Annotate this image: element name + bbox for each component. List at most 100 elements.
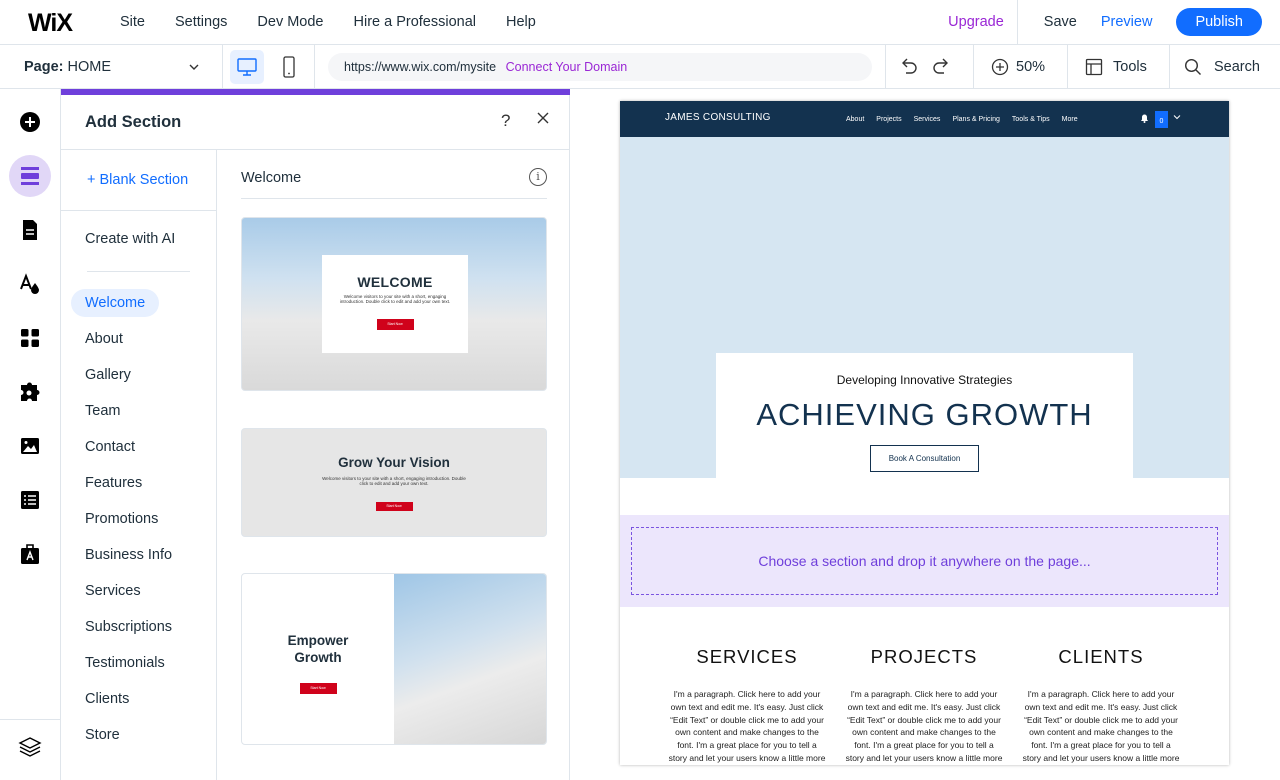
category-clients[interactable]: Clients bbox=[71, 684, 211, 720]
site-brand[interactable]: JAMES CONSULTING bbox=[665, 112, 771, 123]
page-label: Page: bbox=[24, 59, 64, 75]
site-nav-tools[interactable]: Tools & Tips bbox=[1012, 116, 1050, 123]
pages-button[interactable] bbox=[9, 209, 51, 251]
category-contact[interactable]: Contact bbox=[71, 432, 211, 468]
hero-section[interactable]: Developing Innovative Strategies ACHIEVI… bbox=[620, 137, 1229, 478]
menu-hire-professional[interactable]: Hire a Professional bbox=[354, 14, 477, 30]
layers-button[interactable] bbox=[9, 726, 51, 768]
category-promotions[interactable]: Promotions bbox=[71, 504, 211, 540]
tools-label: Tools bbox=[1113, 59, 1147, 75]
connect-domain-link[interactable]: Connect Your Domain bbox=[506, 60, 628, 74]
panel-header: Add Section ? bbox=[61, 95, 570, 150]
category-welcome[interactable]: Welcome bbox=[71, 288, 211, 324]
column-paragraph: I'm a paragraph. Click here to add your … bbox=[668, 689, 826, 763]
zoom-control[interactable]: 50% bbox=[990, 45, 1045, 89]
section-thumbnail-grow-vision[interactable]: Grow Your Vision Welcome visitors to you… bbox=[241, 428, 547, 537]
column-clients[interactable]: CLIENTS I'm a paragraph. Click here to a… bbox=[1021, 646, 1181, 765]
help-icon[interactable]: ? bbox=[501, 111, 510, 131]
desktop-view-button[interactable] bbox=[230, 50, 264, 84]
site-url: https://www.wix.com/mysite bbox=[344, 60, 497, 74]
section-thumbnail-empower-growth[interactable]: Empower Growth Start Now bbox=[241, 573, 547, 745]
thumbnail-text-half: Empower Growth Start Now bbox=[242, 574, 394, 744]
mobile-view-button[interactable] bbox=[272, 50, 306, 84]
editor-canvas: JAMES CONSULTING About Projects Services… bbox=[570, 89, 1280, 780]
table-icon bbox=[21, 491, 39, 509]
site-url-bar[interactable]: https://www.wix.com/mysite Connect Your … bbox=[328, 53, 872, 81]
wix-logo[interactable]: WiX bbox=[28, 9, 73, 38]
menu-dev-mode[interactable]: Dev Mode bbox=[257, 14, 323, 30]
top-bar: WiX Site Settings Dev Mode Hire a Profes… bbox=[0, 0, 1280, 45]
cms-button[interactable] bbox=[9, 479, 51, 521]
chevron-down-icon[interactable] bbox=[1173, 113, 1181, 121]
thumbnail-title: Grow Your Vision bbox=[338, 455, 450, 470]
cart-count: 0 bbox=[1159, 118, 1164, 125]
section-thumbnail-welcome[interactable]: WELCOME Welcome visitors to your site wi… bbox=[241, 217, 547, 391]
menu-help[interactable]: Help bbox=[506, 14, 536, 30]
thumbnail-button: Start Now bbox=[299, 683, 337, 694]
site-nav-plans[interactable]: Plans & Pricing bbox=[952, 116, 999, 123]
search-button[interactable]: Search bbox=[1184, 45, 1260, 89]
category-list: Welcome About Gallery Team Contact Featu… bbox=[71, 288, 211, 756]
add-elements-button[interactable] bbox=[9, 101, 51, 143]
blank-section-button[interactable]: + Blank Section bbox=[87, 172, 188, 188]
book-consultation-button[interactable]: Book A Consultation bbox=[869, 445, 980, 472]
category-testimonials[interactable]: Testimonials bbox=[71, 648, 211, 684]
column-title: PROJECTS bbox=[870, 646, 978, 667]
site-nav-services[interactable]: Services bbox=[914, 116, 941, 123]
info-icon[interactable]: i bbox=[529, 168, 547, 186]
thumbnail-button: Start Now bbox=[375, 502, 413, 511]
category-features[interactable]: Features bbox=[71, 468, 211, 504]
media-button[interactable] bbox=[9, 425, 51, 467]
cart-icon[interactable]: 0 bbox=[1155, 111, 1168, 128]
site-nav-more[interactable]: More bbox=[1062, 116, 1078, 123]
category-business-info[interactable]: Business Info bbox=[71, 540, 211, 576]
image-icon bbox=[21, 438, 39, 454]
site-design-button[interactable] bbox=[9, 263, 51, 305]
preview-button[interactable]: Preview bbox=[1093, 14, 1177, 30]
section-drop-zone[interactable]: Choose a section and drop it anywhere on… bbox=[620, 515, 1229, 607]
hero-subtitle: Developing Innovative Strategies bbox=[836, 373, 1013, 387]
search-icon bbox=[1184, 58, 1201, 75]
tools-icon bbox=[1085, 58, 1103, 76]
thumbnail-text: Welcome visitors to your site with a sho… bbox=[322, 476, 466, 486]
column-services[interactable]: SERVICES I'm a paragraph. Click here to … bbox=[667, 646, 827, 765]
publish-button[interactable]: Publish bbox=[1176, 8, 1262, 36]
category-store[interactable]: Store bbox=[71, 720, 211, 756]
save-button[interactable]: Save bbox=[1018, 0, 1093, 44]
page-selector[interactable]: Page: HOME bbox=[0, 45, 223, 89]
category-about[interactable]: About bbox=[71, 324, 211, 360]
column-title: CLIENTS bbox=[1058, 646, 1144, 667]
divider bbox=[314, 45, 315, 89]
bell-icon[interactable] bbox=[1140, 113, 1149, 123]
upgrade-link[interactable]: Upgrade bbox=[935, 0, 1018, 44]
page-icon bbox=[23, 220, 37, 240]
thumbnail-text: Welcome visitors to your site with a sho… bbox=[339, 294, 451, 304]
zoom-icon bbox=[991, 58, 1009, 76]
portfolio-button[interactable] bbox=[9, 533, 51, 575]
column-projects[interactable]: PROJECTS I'm a paragraph. Click here to … bbox=[844, 646, 1004, 765]
category-subscriptions[interactable]: Subscriptions bbox=[71, 612, 211, 648]
drop-zone-hint: Choose a section and drop it anywhere on… bbox=[631, 527, 1218, 595]
business-tools-button[interactable] bbox=[9, 371, 51, 413]
hero-card: Developing Innovative Strategies ACHIEVI… bbox=[716, 353, 1133, 478]
create-with-ai-button[interactable]: Create with AI bbox=[85, 231, 175, 247]
category-gallery[interactable]: Gallery bbox=[71, 360, 211, 396]
preview-heading: Welcome i bbox=[241, 168, 547, 199]
site-nav-projects[interactable]: Projects bbox=[876, 116, 901, 123]
page-name: HOME bbox=[67, 59, 112, 75]
apps-button[interactable] bbox=[9, 317, 51, 359]
top-bar-actions: Upgrade Save Preview Publish bbox=[935, 0, 1262, 44]
menu-settings[interactable]: Settings bbox=[175, 14, 227, 30]
category-services[interactable]: Services bbox=[71, 576, 211, 612]
add-section-button[interactable] bbox=[9, 155, 51, 197]
tools-button[interactable]: Tools bbox=[1085, 45, 1147, 89]
thumbnail-card: WELCOME Welcome visitors to your site wi… bbox=[322, 255, 468, 353]
site-header[interactable]: JAMES CONSULTING About Projects Services… bbox=[620, 101, 1229, 137]
undo-icon[interactable] bbox=[898, 55, 918, 79]
category-team[interactable]: Team bbox=[71, 396, 211, 432]
menu-site[interactable]: Site bbox=[120, 14, 145, 30]
close-icon[interactable] bbox=[535, 110, 551, 131]
puzzle-icon bbox=[21, 382, 40, 401]
redo-icon[interactable] bbox=[932, 55, 952, 79]
site-nav-about[interactable]: About bbox=[846, 116, 864, 123]
